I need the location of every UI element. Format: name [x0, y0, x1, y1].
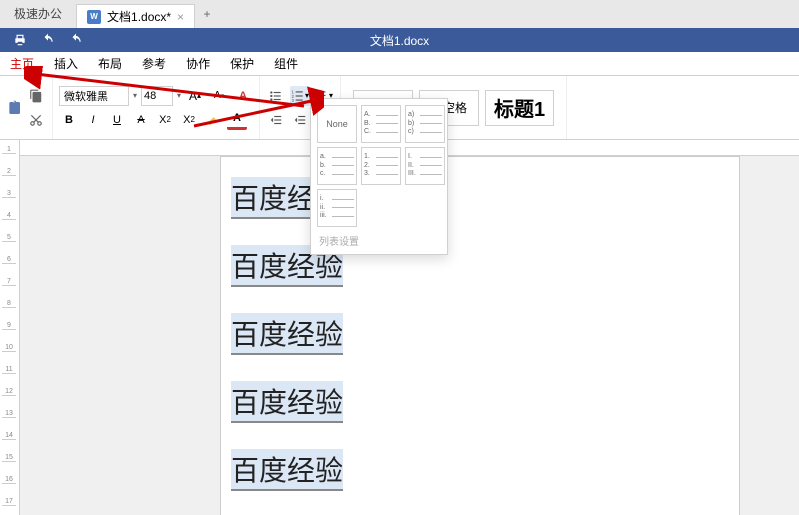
ruler-tick: 6: [2, 256, 16, 264]
ruler-tick: 12: [2, 388, 16, 396]
list-panel-footer[interactable]: 列表设置: [317, 227, 441, 248]
text-color-icon[interactable]: A: [227, 110, 247, 130]
decrease-indent-icon[interactable]: [266, 110, 286, 130]
word-doc-icon: W: [87, 10, 101, 24]
increase-indent-icon[interactable]: [290, 110, 310, 130]
window-title: 文档1.docx: [370, 32, 429, 49]
ruler-tick: 14: [2, 432, 16, 440]
font-size-input[interactable]: [141, 86, 173, 106]
superscript-button[interactable]: X2: [155, 110, 175, 130]
menu-4[interactable]: 协作: [176, 52, 220, 76]
new-tab-button[interactable]: +: [195, 0, 219, 28]
ruler-tick: 16: [2, 476, 16, 484]
list-option-4[interactable]: I.II.III.: [405, 147, 445, 185]
ruler-tick: 8: [2, 300, 16, 308]
ruler-tick: 13: [2, 410, 16, 418]
copy-icon[interactable]: [26, 86, 46, 106]
bullet-list-icon[interactable]: [266, 86, 286, 106]
highlight-icon[interactable]: [203, 110, 223, 130]
menu-6[interactable]: 组件: [264, 52, 308, 76]
menu-3[interactable]: 参考: [132, 52, 176, 76]
numbered-list-icon[interactable]: 123▾: [290, 86, 310, 106]
list-option-2[interactable]: a.b.c.: [317, 147, 357, 185]
ruler-tick: 5: [2, 234, 16, 242]
paste-button[interactable]: [6, 84, 22, 132]
grow-font-icon[interactable]: A▴: [185, 86, 205, 106]
cut-icon[interactable]: [26, 110, 46, 130]
doc-line-3[interactable]: 百度经验: [231, 381, 343, 423]
ruler-tick: 2: [2, 168, 16, 176]
ruler-tick: 9: [2, 322, 16, 330]
undo-icon[interactable]: [38, 30, 58, 50]
tabstrip: 极速办公 W 文档1.docx* × +: [0, 0, 799, 28]
menu-2[interactable]: 布局: [88, 52, 132, 76]
list-option-5[interactable]: i.ii.iii.: [317, 189, 357, 227]
ruler-tick: 15: [2, 454, 16, 462]
document-tab-label: 文档1.docx*: [107, 8, 171, 25]
app-name: 极速办公: [0, 0, 76, 28]
menu-5[interactable]: 保护: [220, 52, 264, 76]
ruler-tick: 10: [2, 344, 16, 352]
shrink-font-icon[interactable]: A▾: [209, 86, 229, 106]
strike-button[interactable]: A: [131, 110, 151, 130]
svg-text:3: 3: [292, 97, 295, 102]
italic-button[interactable]: I: [83, 110, 103, 130]
clipboard-group: [0, 76, 53, 139]
font-color-icon[interactable]: A: [233, 86, 253, 106]
bold-button[interactable]: B: [59, 110, 79, 130]
menu-0[interactable]: 主页: [0, 52, 44, 76]
list-option-none[interactable]: None: [317, 105, 357, 143]
document-tab[interactable]: W 文档1.docx* ×: [76, 4, 195, 28]
style-heading1[interactable]: 标题1: [485, 90, 554, 126]
doc-line-4[interactable]: 百度经验: [231, 449, 343, 491]
underline-button[interactable]: U: [107, 110, 127, 130]
ruler-tick: 11: [2, 366, 16, 374]
print-icon[interactable]: [10, 30, 30, 50]
menu-bar: 主页插入布局参考协作保护组件: [0, 52, 799, 76]
font-family-input[interactable]: [59, 86, 129, 106]
list-option-1[interactable]: a)b)c): [405, 105, 445, 143]
redo-icon[interactable]: [66, 30, 86, 50]
ruler-tick: 1: [2, 146, 16, 154]
doc-line-2[interactable]: 百度经验: [231, 313, 343, 355]
ruler-tick: 17: [2, 498, 16, 506]
titlebar: 文档1.docx: [0, 28, 799, 52]
subscript-button[interactable]: X2: [179, 110, 199, 130]
vertical-ruler: 1234567891011121314151617: [0, 140, 20, 515]
font-group: ▾ ▾ A▴ A▾ A B I U A X2 X2 A: [53, 76, 260, 139]
list-option-0[interactable]: A.B.C.: [361, 105, 401, 143]
ruler-tick: 4: [2, 212, 16, 220]
numbered-list-dropdown: None A.B.C.a)b)c) a.b.c.1.2.3.I.II.III. i.…: [310, 98, 448, 255]
list-option-3[interactable]: 1.2.3.: [361, 147, 401, 185]
document-page[interactable]: 百度经验百度经验百度经验百度经验百度经验百度经验: [220, 156, 740, 515]
ruler-tick: 3: [2, 190, 16, 198]
menu-1[interactable]: 插入: [44, 52, 88, 76]
ruler-tick: 7: [2, 278, 16, 286]
close-tab-icon[interactable]: ×: [177, 10, 184, 24]
